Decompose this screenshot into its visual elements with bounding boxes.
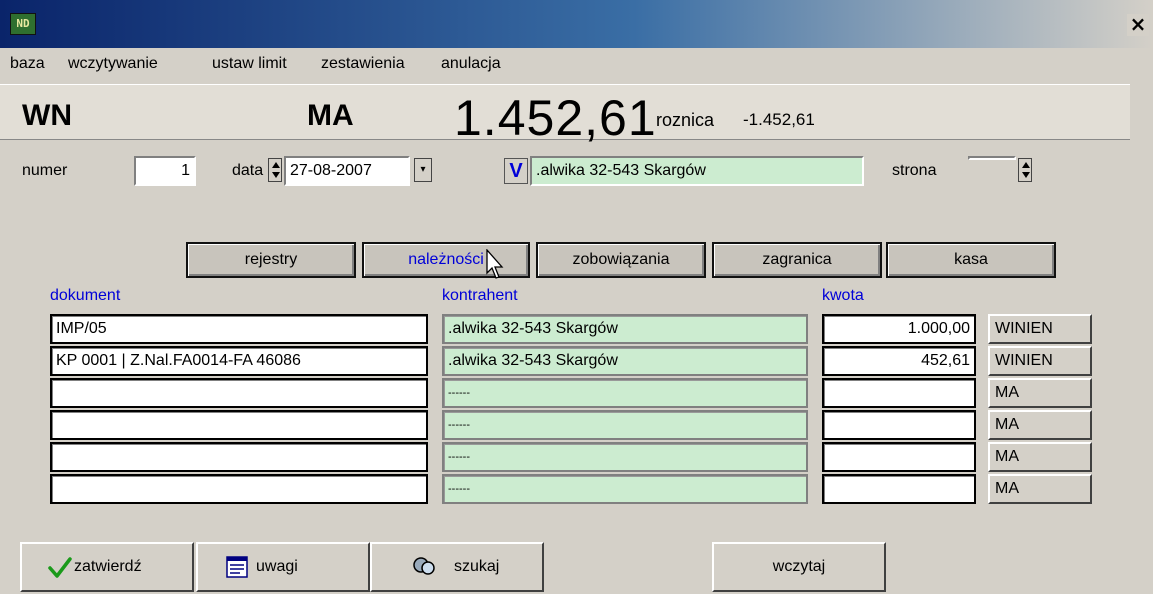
tab-zagranica[interactable]: zagranica bbox=[712, 242, 882, 278]
col-dokument: dokument bbox=[50, 287, 121, 304]
dokument-cell[interactable] bbox=[50, 378, 428, 408]
wczytaj-button[interactable]: wczytaj bbox=[712, 542, 886, 592]
zatwierdz-button[interactable]: zatwierdź bbox=[20, 542, 194, 592]
date-spinner[interactable] bbox=[268, 158, 282, 182]
check-icon bbox=[48, 557, 72, 578]
kwota-cell[interactable] bbox=[822, 410, 976, 440]
ma-label: MA bbox=[307, 99, 354, 132]
szukaj-label: szukaj bbox=[454, 558, 500, 575]
kontrahent-cell[interactable]: .alwika 32-543 Skargów bbox=[442, 314, 808, 344]
uwagi-label: uwagi bbox=[256, 558, 298, 575]
dokument-cell[interactable] bbox=[50, 410, 428, 440]
menu-anulacja[interactable]: anulacja bbox=[441, 55, 501, 73]
roznica-value: -1.452,61 bbox=[743, 110, 815, 129]
side-toggle-button[interactable]: WINIEN bbox=[988, 314, 1092, 344]
side-toggle-button[interactable]: MA bbox=[988, 474, 1092, 504]
kontrahent-cell[interactable]: ------ bbox=[442, 474, 808, 504]
data-label: data bbox=[232, 162, 264, 179]
side-toggle-button[interactable]: MA bbox=[988, 378, 1092, 408]
mouse-cursor-icon bbox=[486, 249, 504, 279]
calendar-dropdown-button[interactable]: ▾ bbox=[414, 158, 432, 182]
kwota-cell[interactable]: 1.000,00 bbox=[822, 314, 976, 344]
numer-field[interactable]: 1 bbox=[134, 156, 196, 186]
roznica-label: roznica bbox=[656, 110, 715, 130]
uwagi-button[interactable]: uwagi bbox=[196, 542, 370, 592]
dokument-cell[interactable] bbox=[50, 442, 428, 472]
numer-label: numer bbox=[22, 162, 68, 179]
notes-icon bbox=[226, 556, 248, 578]
menu-zestawienia[interactable]: zestawienia bbox=[321, 55, 405, 73]
wn-label: WN bbox=[22, 99, 72, 132]
close-button[interactable]: × bbox=[1127, 14, 1149, 36]
kwota-cell[interactable] bbox=[822, 474, 976, 504]
title-bar: ND × bbox=[0, 0, 1153, 48]
menu-wczytywanie[interactable]: wczytywanie bbox=[68, 55, 158, 73]
col-kontrahent: kontrahent bbox=[442, 287, 518, 304]
dokument-cell[interactable]: KP 0001 | Z.Nal.FA0014-FA 46086 bbox=[50, 346, 428, 376]
kontrahent-field[interactable]: .alwika 32-543 Skargów bbox=[530, 156, 864, 186]
strona-label: strona bbox=[892, 162, 937, 179]
szukaj-button[interactable]: szukaj bbox=[370, 542, 544, 592]
kwota-cell[interactable]: 452,61 bbox=[822, 346, 976, 376]
col-kwota: kwota bbox=[822, 287, 864, 304]
search-icon bbox=[413, 557, 435, 575]
tab-kasa[interactable]: kasa bbox=[886, 242, 1056, 278]
kontrahent-cell[interactable]: ------ bbox=[442, 378, 808, 408]
kwota-cell[interactable] bbox=[822, 378, 976, 408]
side-toggle-button[interactable]: MA bbox=[988, 410, 1092, 440]
kontrahent-cell[interactable]: ------ bbox=[442, 442, 808, 472]
kwota-cell[interactable] bbox=[822, 442, 976, 472]
strona-spinner[interactable] bbox=[1018, 158, 1032, 182]
dokument-cell[interactable] bbox=[50, 474, 428, 504]
strona-field[interactable] bbox=[968, 156, 1016, 160]
date-field[interactable]: 27-08-2007 bbox=[284, 156, 410, 186]
tab-zobowiazania[interactable]: zobowiązania bbox=[536, 242, 706, 278]
app-icon: ND bbox=[10, 13, 36, 35]
menu-baza[interactable]: baza bbox=[10, 55, 45, 73]
summary-header: WN MA 1.452,61 roznica -1.452,61 bbox=[0, 84, 1130, 146]
side-toggle-button[interactable]: MA bbox=[988, 442, 1092, 472]
v-button[interactable]: V bbox=[504, 158, 528, 184]
kontrahent-cell[interactable]: .alwika 32-543 Skargów bbox=[442, 346, 808, 376]
side-toggle-button[interactable]: WINIEN bbox=[988, 346, 1092, 376]
total-amount: 1.452,61 bbox=[454, 90, 657, 146]
zatwierdz-label: zatwierdź bbox=[74, 558, 142, 575]
kontrahent-cell[interactable]: ------ bbox=[442, 410, 808, 440]
menu-ustaw-limit[interactable]: ustaw limit bbox=[212, 55, 287, 73]
dokument-cell[interactable]: IMP/05 bbox=[50, 314, 428, 344]
tab-rejestry[interactable]: rejestry bbox=[186, 242, 356, 278]
